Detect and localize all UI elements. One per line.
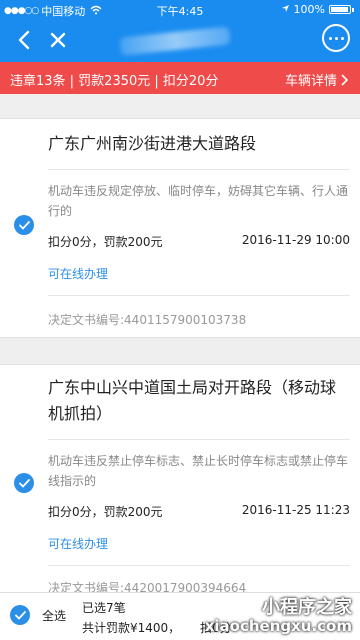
bottom-action-bar: 全选 已选7笔 共计罚款¥1400， 扣0分 小程序之家 xiaochengxu…	[0, 592, 360, 640]
violation-card[interactable]: 广东广州南沙街进港大道路段 机动车违反规定停放、临时停车，妨碍其它车辆、行人通行…	[0, 118, 360, 338]
violation-content: 广东中山兴中道国土局对开路段（移动球机抓拍） 机动车违反禁止停车标志、禁止长时停…	[48, 365, 350, 603]
violation-description: 机动车违反规定停放、临时停车，妨碍其它车辆、行人通行的	[48, 184, 349, 218]
nav-bar	[0, 18, 360, 62]
chevron-right-icon	[341, 73, 348, 86]
select-checkbox[interactable]	[14, 215, 34, 235]
select-checkbox[interactable]	[14, 473, 34, 493]
watermark-url: xiaochengxu.com	[204, 617, 352, 635]
violation-content: 广东广州南沙街进港大道路段 机动车违反规定停放、临时停车，妨碍其它车辆、行人通行…	[48, 119, 350, 337]
blurred-title	[119, 26, 231, 56]
battery-icon	[329, 5, 351, 14]
points-fine: 扣分0分，罚款200元	[48, 235, 163, 249]
online-handle-link[interactable]: 可在线办理	[48, 535, 108, 552]
violation-location: 广东中山兴中道国土局对开路段（移动球机抓拍）	[48, 378, 337, 423]
location-icon	[281, 3, 290, 16]
violation-location: 广东广州南沙街进港大道路段	[48, 134, 257, 153]
vehicle-details-label: 车辆详情	[284, 74, 337, 89]
violation-penalty-row: 扣分0分，罚款200元 2016-11-29 10:00	[48, 233, 350, 250]
watermark-title: 小程序之家	[262, 597, 352, 618]
check-icon	[18, 220, 30, 230]
violation-summary-bar: 违章13条 | 罚款2350元 | 扣分20分 车辆详情	[0, 62, 360, 94]
back-button[interactable]	[12, 26, 36, 54]
violation-datetime: 2016-11-29 10:00	[241, 233, 350, 247]
violation-card[interactable]: 广东中山兴中道国土局对开路段（移动球机抓拍） 机动车违反禁止停车标志、禁止长时停…	[0, 364, 360, 604]
close-button[interactable]	[46, 26, 70, 54]
points-fine: 扣分0分，罚款200元	[48, 505, 163, 519]
selected-count: 已选7笔	[82, 601, 126, 615]
status-bar: ●●●○○ 中国移动 下午4:45 100%	[0, 0, 360, 18]
divider	[48, 169, 350, 170]
total-fine: 共计罚款¥1400，	[82, 621, 181, 635]
battery-percent: 100%	[293, 3, 325, 16]
violation-datetime: 2016-11-25 11:23	[241, 503, 350, 517]
summary-text: 违章13条 | 罚款2350元 | 扣分20分	[10, 74, 219, 89]
vehicle-details-link[interactable]: 车辆详情	[285, 70, 348, 89]
app-header: ●●●○○ 中国移动 下午4:45 100%	[0, 0, 360, 62]
decision-doc-number: 决定文书编号:4401157900103738	[48, 313, 247, 327]
online-handle-link[interactable]: 可在线办理	[48, 265, 108, 282]
status-right: 100%	[281, 3, 354, 16]
close-icon	[50, 32, 66, 48]
violation-description: 机动车违反禁止停车标志、禁止长时停车标志或禁止停车线指示的	[48, 454, 349, 488]
divider	[48, 439, 350, 440]
check-icon	[14, 610, 26, 620]
select-all-checkbox[interactable]	[10, 605, 30, 625]
check-icon	[18, 478, 30, 488]
battery-tip	[352, 7, 354, 12]
divider	[48, 565, 350, 566]
violation-penalty-row: 扣分0分，罚款200元 2016-11-25 11:23	[48, 503, 350, 520]
divider	[48, 295, 350, 296]
chevron-left-icon	[18, 30, 30, 50]
select-all-label[interactable]: 全选	[42, 607, 66, 624]
more-button[interactable]	[322, 24, 350, 52]
